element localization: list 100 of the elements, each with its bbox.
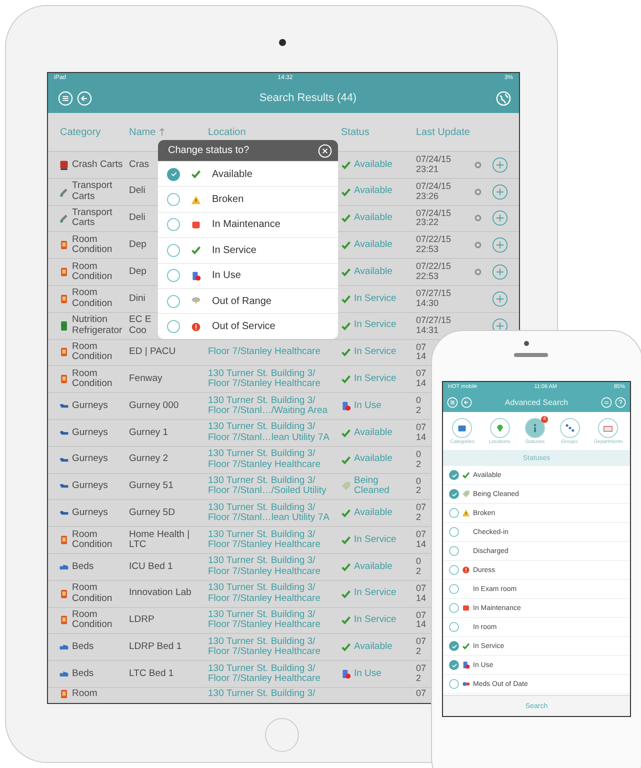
check-icon [341,428,351,438]
radio-button[interactable] [167,244,180,257]
help-icon[interactable] [615,396,626,408]
checkbox[interactable] [449,584,459,594]
location-link[interactable]: 130 Turner St. Building 3/ Floor 7/Stanl…/Soiled Utility [208,476,326,497]
add-button[interactable] [492,290,508,307]
table-cell: 0 2 [416,396,422,416]
location-link[interactable]: 130 Turner St. Building 3/ Floor 7/Stanley Healthcare [208,530,320,550]
option-label[interactable]: Available [212,168,252,180]
gear-icon[interactable] [474,214,482,222]
back-icon[interactable] [461,396,472,408]
list-icon[interactable] [601,396,612,408]
checkbox[interactable] [449,603,459,613]
home-button[interactable] [265,718,299,752]
gear-icon[interactable] [474,188,482,196]
checkbox[interactable] [449,470,459,480]
location-link[interactable]: 130 Turner St. Building 3/ Floor 7/Stanley Healthcare [208,556,320,578]
check-icon [341,615,351,626]
location-link[interactable]: Floor 7/Stanley Healthcare [208,347,320,358]
radio-button[interactable] [167,193,180,206]
checkbox[interactable] [449,641,459,651]
checkbox[interactable] [449,489,459,499]
alert-icon [462,566,470,574]
location-link[interactable]: 130 Turner St. Building 3/ Floor 7/Stanley Healthcare [208,449,320,470]
option-label[interactable]: Broken [212,194,244,206]
status-label: Available [354,266,392,278]
back-icon[interactable] [77,90,92,106]
checkbox[interactable] [449,660,459,670]
table-cell: Deli [129,213,146,224]
radio-button[interactable] [167,218,180,232]
table-cell: 0 2 [416,556,422,577]
column-header[interactable]: Category [48,126,129,138]
menu-icon[interactable] [447,396,458,408]
option-label[interactable]: Out of Service [212,321,276,332]
location-link[interactable]: 130 Turner St. Building 3/ Floor 7/Stanley Healthcare [208,368,320,390]
table-cell: LTC Bed 1 [129,668,174,680]
radio-button[interactable] [167,168,180,181]
table-cell-text: Room Condition [72,262,114,283]
option-label[interactable]: In Maintenance [212,219,280,230]
table-cell: ED | PACU [129,347,176,358]
add-button[interactable] [492,210,508,226]
check-icon [191,245,201,256]
column-header[interactable]: Last Update [416,126,496,138]
add-button[interactable] [492,184,508,200]
globe-icon[interactable] [496,90,511,106]
column-header[interactable]: Location [208,126,341,138]
table-cell: Deli [129,186,146,197]
gear-icon[interactable] [474,241,482,250]
location-link[interactable]: 130 Turner St. Building 3/ Floor 7/Stanley Healthcare [208,583,320,604]
tag-icon [341,481,351,492]
door-icon [59,535,69,546]
checkbox[interactable] [449,527,459,537]
table-cell: 07/27/15 14:31 [416,316,452,336]
pin-icon [494,422,505,432]
person-icon [341,669,351,680]
table-cell-text: Room Condition [72,530,114,550]
door-icon [59,615,69,626]
close-icon[interactable] [318,144,332,158]
location-link[interactable]: 130 Turner St. Building 3/ Floor 7/Stanley Healthcare [208,664,320,684]
status-label: Available [354,160,392,170]
radio-button[interactable] [167,320,180,334]
add-button[interactable] [492,264,508,280]
table-cell: 07 2 [416,637,426,658]
bed-icon [59,562,69,572]
table-cell: Dini [129,294,146,304]
radio-button[interactable] [167,269,180,282]
gear-icon[interactable] [474,268,482,276]
menu-icon[interactable] [58,90,73,106]
warning-icon [462,509,470,517]
tray-icon [457,422,468,432]
add-button[interactable] [492,237,508,254]
table-cell: 07/22/15 22:53 [416,262,452,282]
option-label[interactable]: In Use [212,270,241,282]
gear-icon[interactable] [474,160,482,169]
table-cell: 07 14 [416,584,426,604]
location-link[interactable]: 130 Turner St. Building 3/ Floor 7/Stanl…/Waiting Area [208,396,328,416]
column-header[interactable]: Status [341,126,416,138]
table-cell-text: Gurneys [72,400,109,412]
checkbox[interactable] [449,679,459,689]
checkbox[interactable] [449,546,459,556]
location-link[interactable]: 130 Turner St. Building 3/ Floor 7/Stanley Healthcare [208,636,320,658]
location-link[interactable]: 130 Turner St. Building 3/ [208,688,316,700]
checkbox[interactable] [449,622,459,632]
check-icon [341,160,351,170]
radio-button[interactable] [167,294,180,308]
add-button[interactable] [492,156,508,173]
table-cell: Fenway [129,374,162,384]
option-label[interactable]: In Service [212,244,256,256]
check-icon [341,374,351,384]
option-label[interactable]: Out of Range [212,296,272,307]
cart-icon [59,186,69,197]
location-link[interactable]: 130 Turner St. Building 3/ Floor 7/Stanley Healthcare [208,610,320,631]
square-icon [191,220,201,230]
column-header[interactable]: Name [129,126,156,138]
table-cell: 07/22/15 22:53 [416,235,452,256]
location-link[interactable]: 130 Turner St. Building 3/ Floor 7/Stanl…lean Utility 7A [208,502,330,524]
check-icon [170,170,178,178]
location-link[interactable]: 130 Turner St. Building 3/ Floor 7/Stanl…lean Utility 7A [208,422,330,444]
checkbox[interactable] [449,565,459,575]
checkbox[interactable] [449,508,459,518]
